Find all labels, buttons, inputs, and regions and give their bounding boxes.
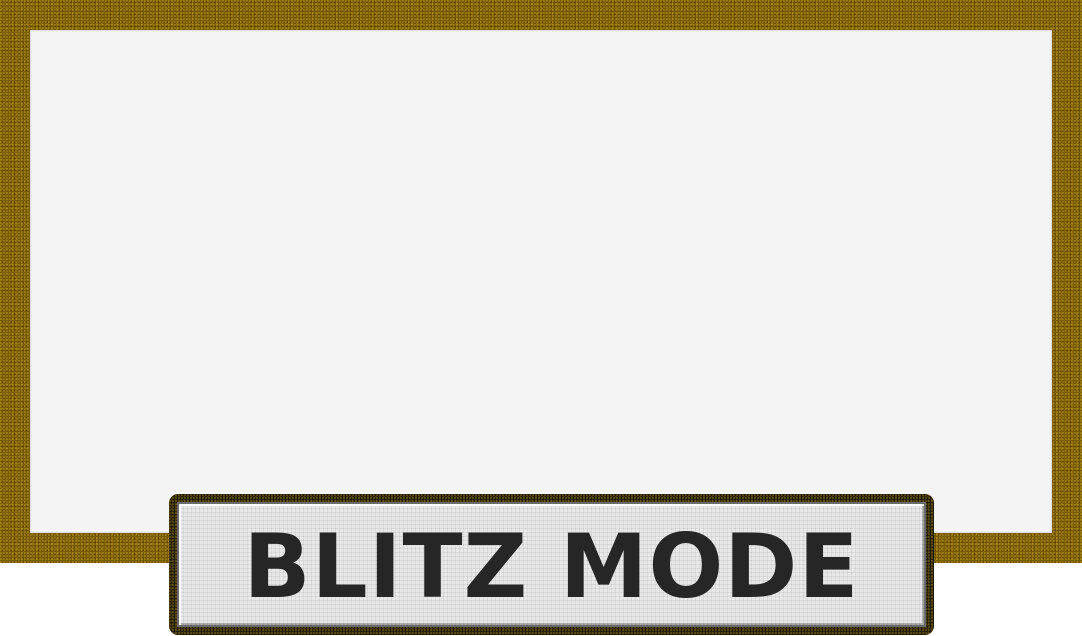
mode-banner-plate: BLITZ MODE — [177, 502, 926, 627]
board-frame — [0, 0, 1082, 563]
game-board-area — [30, 30, 1052, 533]
mode-banner: BLITZ MODE — [169, 494, 934, 635]
mode-title: BLITZ MODE — [243, 514, 860, 618]
